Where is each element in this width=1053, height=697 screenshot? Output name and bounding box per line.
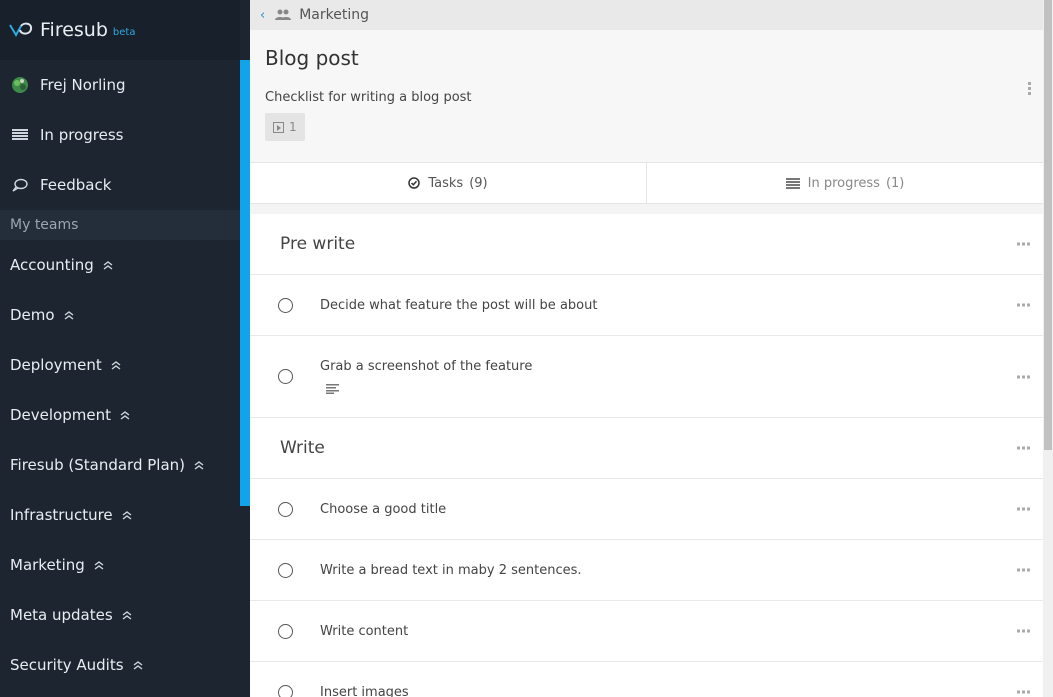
firesub-logo-icon bbox=[9, 22, 33, 37]
task-row[interactable]: Grab a screenshot of the feature bbox=[250, 336, 1043, 418]
sidebar-item-in-progress[interactable]: In progress bbox=[0, 110, 240, 160]
task-menu-icon[interactable] bbox=[1017, 507, 1030, 511]
tab-label: In progress bbox=[807, 175, 880, 191]
sidebar-team-firesub[interactable]: Firesub (Standard Plan) bbox=[0, 440, 240, 490]
section-title: Write bbox=[280, 438, 325, 458]
task-text: Write content bbox=[320, 623, 409, 639]
page-title: Blog post bbox=[265, 46, 359, 70]
list-spacer bbox=[250, 204, 1043, 214]
task-checkbox[interactable] bbox=[278, 562, 293, 578]
task-checkbox[interactable] bbox=[278, 501, 293, 517]
section-header: Pre write bbox=[250, 214, 1043, 275]
sidebar-item-feedback[interactable]: Feedback bbox=[0, 160, 240, 210]
tab-bar: Tasks (9) In progress (1) bbox=[250, 162, 1043, 204]
notes-icon bbox=[326, 384, 339, 394]
double-chevron-up-icon[interactable] bbox=[122, 510, 132, 520]
team-label: Meta updates bbox=[10, 606, 113, 624]
brand-name: Firesub bbox=[40, 19, 108, 41]
play-icon bbox=[273, 121, 284, 133]
team-icon bbox=[275, 9, 292, 21]
task-menu-icon[interactable] bbox=[1017, 568, 1030, 572]
tab-count: (1) bbox=[885, 175, 905, 191]
list-icon bbox=[785, 177, 800, 189]
task-text: Grab a screenshot of the feature bbox=[320, 359, 533, 374]
sidebar: Firesub beta Frej Norling In progress Fe… bbox=[0, 0, 240, 697]
section-title: Pre write bbox=[280, 234, 356, 254]
team-label: Security Audits bbox=[10, 656, 124, 674]
breadcrumb: ‹ Marketing bbox=[250, 0, 1043, 30]
checklist-description: Checklist for writing a blog post bbox=[265, 90, 472, 105]
double-chevron-up-icon[interactable] bbox=[94, 560, 104, 570]
task-text: Choose a good title bbox=[320, 501, 447, 517]
checklist-header: Blog post Checklist for writing a blog p… bbox=[250, 30, 1043, 162]
task-menu-icon[interactable] bbox=[1017, 303, 1030, 307]
task-text: Write a bread text in maby 2 sentences. bbox=[320, 562, 582, 578]
task-checkbox[interactable] bbox=[278, 369, 293, 384]
avatar bbox=[10, 75, 30, 95]
team-label: Infrastructure bbox=[10, 506, 113, 524]
sidebar-team-demo[interactable]: Demo bbox=[0, 290, 240, 340]
task-menu-icon[interactable] bbox=[1017, 690, 1030, 694]
task-checkbox[interactable] bbox=[278, 684, 293, 697]
team-label: Marketing bbox=[10, 556, 85, 574]
section-header: Write bbox=[250, 418, 1043, 479]
sidebar-team-development[interactable]: Development bbox=[0, 390, 240, 440]
double-chevron-up-icon[interactable] bbox=[64, 310, 74, 320]
my-teams-header: My teams bbox=[0, 210, 240, 240]
run-count: 1 bbox=[289, 120, 297, 134]
double-chevron-up-icon[interactable] bbox=[103, 260, 113, 270]
team-label: Demo bbox=[10, 306, 55, 324]
user-name: Frej Norling bbox=[40, 76, 126, 94]
team-label: Deployment bbox=[10, 356, 102, 374]
task-row[interactable]: Decide what feature the post will be abo… bbox=[250, 275, 1043, 336]
task-row[interactable]: Insert images bbox=[250, 662, 1043, 697]
run-count-button[interactable]: 1 bbox=[265, 113, 305, 141]
team-label: Development bbox=[10, 406, 111, 424]
back-chevron-icon[interactable]: ‹ bbox=[260, 8, 265, 23]
scrollbar-thumb[interactable] bbox=[1044, 0, 1052, 450]
section-menu-icon[interactable] bbox=[1017, 446, 1030, 450]
task-menu-icon[interactable] bbox=[1017, 375, 1030, 378]
beta-badge: beta bbox=[112, 26, 136, 38]
tab-in-progress[interactable]: In progress (1) bbox=[646, 163, 1043, 203]
brand-header[interactable]: Firesub beta bbox=[0, 0, 240, 60]
checklist-accent-strip bbox=[240, 60, 250, 506]
sidebar-team-deployment[interactable]: Deployment bbox=[0, 340, 240, 390]
sidebar-team-accounting[interactable]: Accounting bbox=[0, 240, 240, 290]
sidebar-item-label: In progress bbox=[40, 126, 124, 144]
team-label: Accounting bbox=[10, 256, 94, 274]
task-checkbox[interactable] bbox=[278, 623, 293, 639]
sidebar-item-label: Feedback bbox=[40, 176, 112, 194]
breadcrumb-team-link[interactable]: Marketing bbox=[299, 7, 369, 23]
tab-tasks[interactable]: Tasks (9) bbox=[250, 163, 646, 203]
double-chevron-up-icon[interactable] bbox=[111, 360, 121, 370]
tab-count: (9) bbox=[469, 175, 488, 191]
task-checkbox[interactable] bbox=[278, 297, 293, 313]
double-chevron-up-icon[interactable] bbox=[122, 610, 132, 620]
sidebar-team-infrastructure[interactable]: Infrastructure bbox=[0, 490, 240, 540]
tab-label: Tasks bbox=[428, 175, 464, 191]
check-circle-icon bbox=[408, 177, 421, 189]
sidebar-item-user[interactable]: Frej Norling bbox=[0, 60, 240, 110]
task-row[interactable]: Write content bbox=[250, 601, 1043, 662]
speech-bubble-icon bbox=[10, 175, 30, 195]
sidebar-team-meta-updates[interactable]: Meta updates bbox=[0, 590, 240, 640]
task-row[interactable]: Write a bread text in maby 2 sentences. bbox=[250, 540, 1043, 601]
team-label: Firesub (Standard Plan) bbox=[10, 456, 186, 474]
sidebar-team-security-audits[interactable]: Security Audits bbox=[0, 640, 240, 690]
more-options-icon[interactable] bbox=[1028, 82, 1031, 95]
main-panel: ‹ Marketing Blog post Checklist for writ… bbox=[250, 0, 1043, 697]
list-icon bbox=[10, 125, 30, 145]
double-chevron-up-icon[interactable] bbox=[194, 460, 204, 470]
task-text: Decide what feature the post will be abo… bbox=[320, 297, 598, 313]
task-text: Insert images bbox=[320, 684, 409, 697]
sidebar-team-marketing[interactable]: Marketing bbox=[0, 540, 240, 590]
double-chevron-up-icon[interactable] bbox=[133, 660, 143, 670]
section-menu-icon[interactable] bbox=[1017, 242, 1030, 246]
task-row[interactable]: Choose a good title bbox=[250, 479, 1043, 540]
task-menu-icon[interactable] bbox=[1017, 629, 1030, 633]
double-chevron-up-icon[interactable] bbox=[120, 410, 130, 420]
